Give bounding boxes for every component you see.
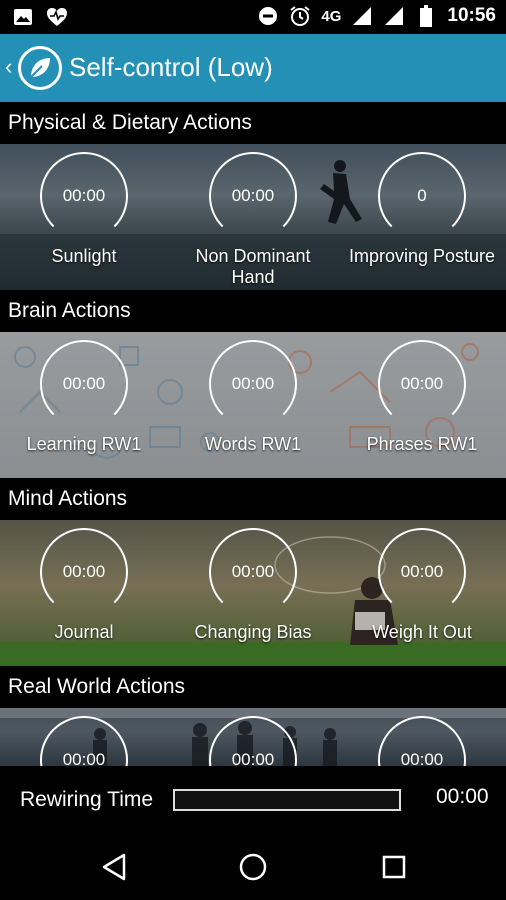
- signal-icon: [383, 5, 405, 27]
- timer-ring: 00:00: [209, 340, 297, 428]
- system-nav-bar: [0, 834, 506, 900]
- heart-monitor-icon: [46, 6, 68, 28]
- signal-icon: [351, 5, 373, 27]
- timer-value: 00:00: [231, 374, 275, 393]
- action-learning-rw1[interactable]: 00:00 Learning RW1: [0, 340, 168, 455]
- action-words-rw1[interactable]: 00:00 Words RW1: [169, 340, 337, 455]
- section-header-mind: Mind Actions: [0, 478, 506, 520]
- action-journal[interactable]: 00:00 Journal: [0, 528, 168, 643]
- timer-value: 00:00: [62, 186, 106, 205]
- action-real-world-3[interactable]: 00:00: [338, 716, 506, 766]
- action-real-world-1[interactable]: 00:00: [0, 716, 168, 766]
- do-not-disturb-icon: [257, 5, 279, 27]
- timer-ring: 00:00: [209, 716, 297, 766]
- timer-ring: 00:00: [40, 528, 128, 616]
- counter-ring: 0: [378, 152, 466, 240]
- timer-ring: 00:00: [40, 716, 128, 766]
- alarm-icon: [289, 5, 311, 27]
- home-nav-icon[interactable]: [236, 850, 270, 884]
- timer-ring: 00:00: [209, 152, 297, 240]
- timer-value: 00:00: [400, 750, 444, 766]
- rewiring-time-label: Rewiring Time: [20, 788, 154, 811]
- timer-value: 00:00: [62, 562, 106, 581]
- action-changing-bias[interactable]: 00:00 Changing Bias: [169, 528, 337, 643]
- action-weigh-it-out[interactable]: 00:00 Weigh It Out: [338, 528, 506, 643]
- action-label: Phrases RW1: [366, 434, 478, 454]
- rewiring-time-value: 00:00: [436, 785, 489, 808]
- page-title: Self-control (Low): [69, 52, 273, 82]
- section-physical: 00:00 Sunlight 00:00 Non Dominant Hand 0…: [0, 144, 506, 290]
- action-label: Learning RW1: [26, 434, 142, 454]
- action-real-world-2[interactable]: 00:00: [169, 716, 337, 766]
- timer-value: 00:00: [231, 562, 275, 581]
- section-real-world: 00:00 00:00 00:00: [0, 708, 506, 766]
- back-icon[interactable]: ‹: [5, 56, 12, 78]
- action-sunlight[interactable]: 00:00 Sunlight: [0, 152, 168, 267]
- timer-ring: 00:00: [40, 152, 128, 240]
- clock: 10:56: [447, 5, 496, 26]
- action-label: Weigh It Out: [372, 622, 472, 642]
- leaf-logo-icon[interactable]: [18, 46, 62, 90]
- timer-ring: 00:00: [378, 716, 466, 766]
- section-header-physical: Physical & Dietary Actions: [0, 102, 506, 144]
- timer-ring: 00:00: [378, 340, 466, 428]
- battery-icon: [415, 5, 437, 27]
- image-icon: [12, 6, 34, 28]
- section-header-brain: Brain Actions: [0, 290, 506, 332]
- timer-ring: 00:00: [40, 340, 128, 428]
- action-phrases-rw1[interactable]: 00:00 Phrases RW1: [338, 340, 506, 455]
- timer-value: 00:00: [400, 374, 444, 393]
- app-bar: ‹ Self-control (Low): [0, 34, 506, 102]
- action-non-dominant-hand[interactable]: 00:00 Non Dominant Hand: [169, 152, 337, 288]
- action-label: Changing Bias: [194, 622, 312, 642]
- section-header-real-world: Real World Actions: [0, 666, 506, 708]
- action-label: Journal: [54, 622, 114, 642]
- recents-nav-icon[interactable]: [377, 850, 411, 884]
- timer-value: 00:00: [231, 186, 275, 205]
- timer-ring: 00:00: [378, 528, 466, 616]
- rewiring-progress-bar: [173, 789, 401, 811]
- section-brain: 00:00 Learning RW1 00:00 Words RW1 00:00…: [0, 332, 506, 478]
- action-label: Words RW1: [204, 434, 302, 454]
- timer-value: 00:00: [231, 750, 275, 766]
- action-label: Non Dominant Hand: [195, 246, 311, 287]
- timer-value: 00:00: [62, 750, 106, 766]
- section-mind: 00:00 Journal 00:00 Changing Bias 00:00 …: [0, 520, 506, 666]
- action-improving-posture[interactable]: 0 Improving Posture: [338, 152, 506, 267]
- timer-value: 00:00: [400, 562, 444, 581]
- rewiring-time-bar: Rewiring Time 00:00: [0, 766, 506, 834]
- timer-ring: 00:00: [209, 528, 297, 616]
- counter-value: 0: [417, 186, 427, 205]
- back-nav-icon[interactable]: [97, 850, 131, 884]
- status-bar: 4G 10:56: [0, 0, 506, 34]
- network-type: 4G: [321, 7, 342, 25]
- action-label: Improving Posture: [348, 246, 496, 266]
- timer-value: 00:00: [62, 374, 106, 393]
- action-label: Sunlight: [51, 246, 117, 266]
